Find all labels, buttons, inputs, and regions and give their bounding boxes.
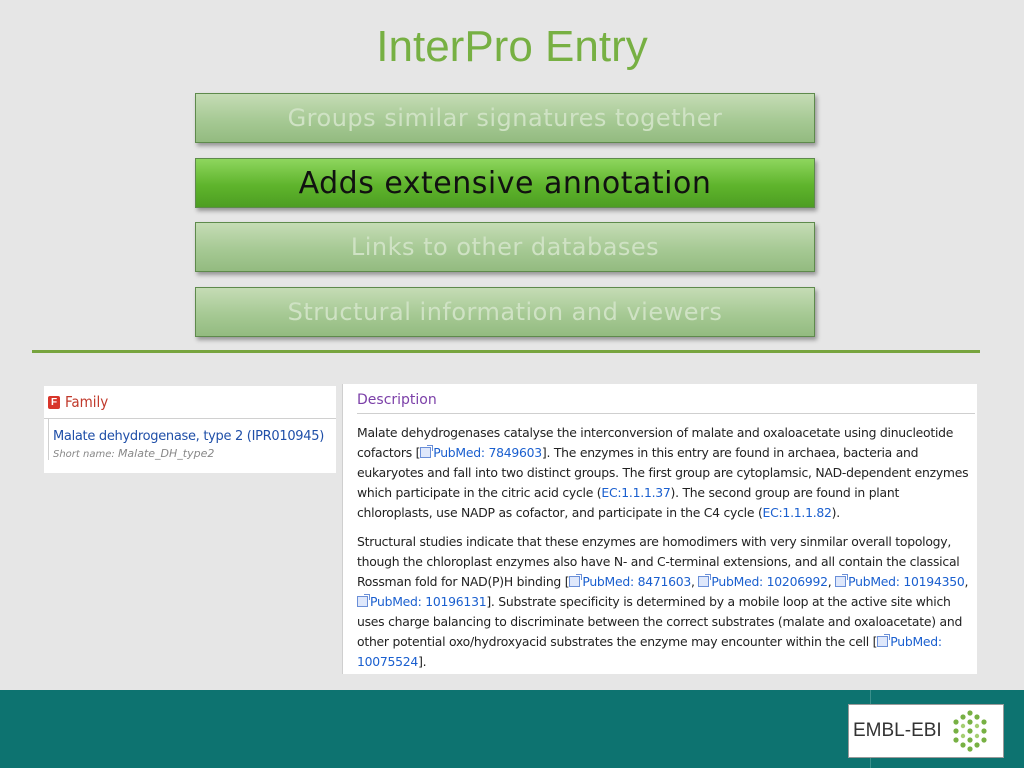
box-adds-annotation: Adds extensive annotation xyxy=(195,158,815,208)
external-link-icon xyxy=(698,574,712,587)
description-paragraph-1: Malate dehydrogenases catalyse the inter… xyxy=(357,423,971,523)
slide-title: InterPro Entry xyxy=(376,22,648,71)
text: ). xyxy=(831,505,841,520)
description-panel: Description Malate dehydrogenases cataly… xyxy=(342,384,977,674)
pubmed-link[interactable]: PubMed: 7849603 xyxy=(420,445,542,460)
divider-line xyxy=(32,350,980,353)
link-label: PubMed: 10206992 xyxy=(711,574,828,589)
external-link-icon xyxy=(357,594,370,607)
description-paragraph-2: Structural studies indicate that these e… xyxy=(357,532,971,672)
pubmed-link[interactable]: PubMed: 10196131 xyxy=(357,594,487,609)
text: , xyxy=(964,574,969,589)
family-header: F Family xyxy=(44,386,336,419)
text: ]. xyxy=(418,654,427,669)
family-name-link[interactable]: Malate dehydrogenase, type 2 (IPR010945) xyxy=(53,429,336,444)
external-link-icon xyxy=(420,445,434,458)
link-label: PubMed: 7849603 xyxy=(433,445,542,460)
link-label: PubMed: 10196131 xyxy=(370,594,487,609)
box-links-databases: Links to other databases xyxy=(195,222,815,272)
description-heading: Description xyxy=(357,392,975,414)
link-label: PubMed: 10194350 xyxy=(848,574,965,589)
external-link-icon xyxy=(835,574,849,587)
family-icon: F xyxy=(48,395,60,409)
family-label: Family xyxy=(65,393,109,411)
pubmed-link[interactable]: PubMed: 10206992 xyxy=(698,574,828,589)
short-name-label: Short name: xyxy=(53,449,115,460)
box-groups-signatures: Groups similar signatures together xyxy=(195,93,815,143)
family-card: F Family Malate dehydrogenase, type 2 (I… xyxy=(44,386,336,473)
logo-text: EMBL-EBI xyxy=(853,720,942,741)
short-name-value: Malate_DH_type2 xyxy=(117,447,215,460)
embl-ebi-logo: EMBL-EBI xyxy=(848,704,1004,758)
box-structural-info: Structural information and viewers xyxy=(195,287,815,337)
link-label: PubMed: 8471603 xyxy=(582,574,692,589)
external-link-icon xyxy=(877,634,891,647)
ec-link[interactable]: EC:1.1.1.82 xyxy=(763,505,832,520)
ec-link[interactable]: EC:1.1.1.37 xyxy=(601,485,670,500)
external-link-icon xyxy=(569,574,583,587)
pubmed-link[interactable]: PubMed: 10194350 xyxy=(835,574,965,589)
pubmed-link[interactable]: PubMed: 8471603 xyxy=(569,574,691,589)
short-name: Short name: Malate_DH_type2 xyxy=(53,447,336,460)
embl-ebi-hexagon-icon xyxy=(953,710,987,752)
